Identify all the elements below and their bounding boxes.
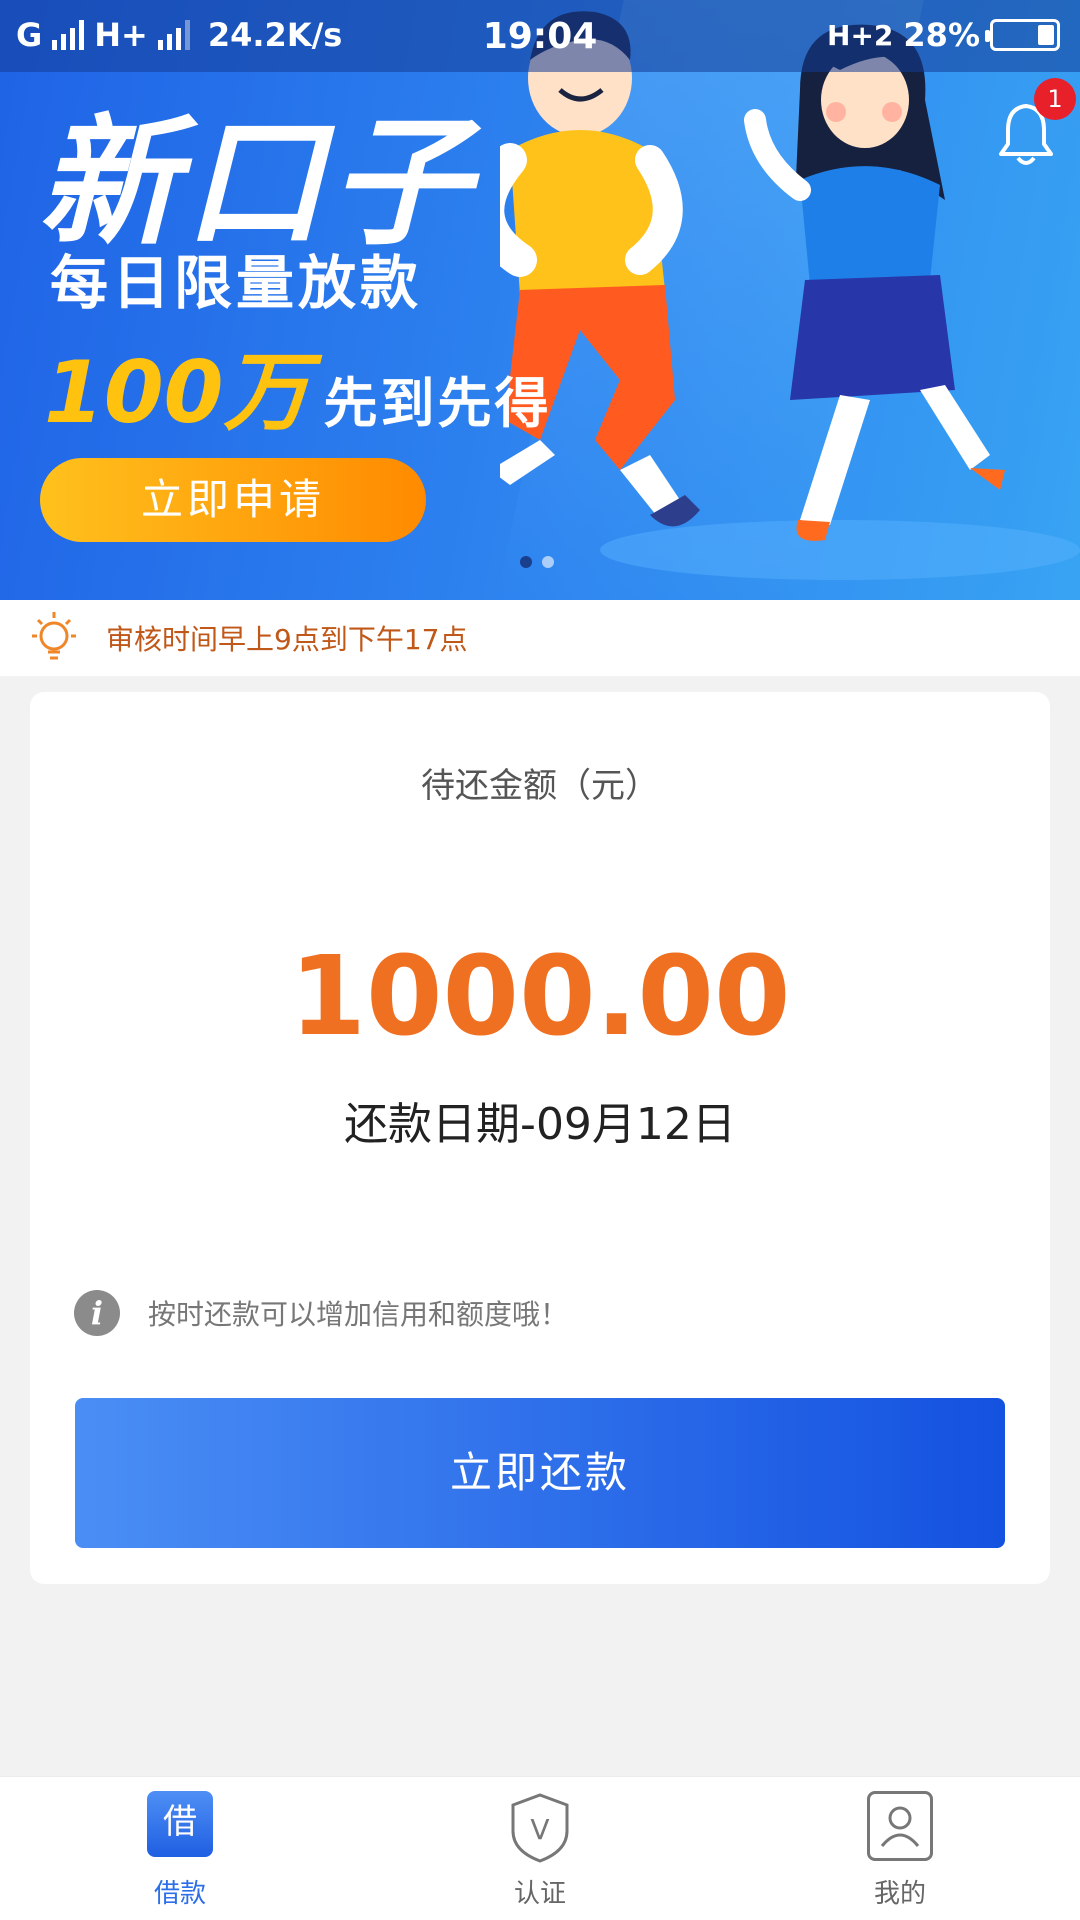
- repayment-card: 待还金额（元） 1000.00 还款日期-09月12日 i 按时还款可以增加信用…: [30, 692, 1050, 1584]
- banner-amount: 100万: [44, 343, 310, 443]
- notification-badge: 1: [1034, 78, 1076, 120]
- shield-v-icon: V: [511, 1793, 569, 1863]
- bottom-tab-bar: 借 借款 V 认证 我的: [0, 1776, 1080, 1920]
- repay-now-button[interactable]: 立即还款: [75, 1398, 1005, 1548]
- tip-text: 按时还款可以增加信用和额度哦！: [148, 1298, 569, 1331]
- banner-amount-line: 100万 先到先得: [44, 322, 552, 447]
- carousel-dot-1[interactable]: [520, 556, 532, 568]
- amount-due-value: 1000.00: [289, 932, 791, 1060]
- status-bar: G H+ 24.2K/s 19:04 H+2 28%: [0, 0, 1080, 72]
- apply-now-button[interactable]: 立即申请: [40, 458, 426, 542]
- user-icon: [867, 1791, 933, 1861]
- carousel-dot-2[interactable]: [542, 556, 554, 568]
- loan-icon: 借: [147, 1791, 213, 1857]
- banner-amount-suffix: 先到先得: [323, 372, 552, 435]
- notice-text: 审核时间早上9点到下午17点: [106, 623, 468, 656]
- amount-due-label: 待还金额（元）: [421, 766, 659, 806]
- promo-banner[interactable]: G H+ 24.2K/s 19:04 H+2 28% 新口子 每日限量放款 10…: [0, 0, 1080, 600]
- network-right-label: H+2: [827, 18, 894, 52]
- dancing-couple-illustration: [500, 11, 1005, 541]
- tab-mine-label: 我的: [873, 1879, 926, 1909]
- svg-text:V: V: [530, 1813, 549, 1846]
- battery-percent: 28%: [903, 16, 980, 54]
- battery-icon: [985, 19, 1060, 51]
- tab-verify[interactable]: V 认证: [460, 1791, 620, 1910]
- carousel-indicator: [520, 556, 554, 568]
- due-date: 还款日期-09月12日: [344, 1099, 736, 1150]
- tab-verify-label: 认证: [513, 1879, 566, 1909]
- info-icon: i: [74, 1290, 120, 1336]
- lightbulb-icon: [32, 612, 76, 660]
- review-time-notice: 审核时间早上9点到下午17点: [0, 600, 1080, 676]
- tab-loan-label: 借款: [153, 1879, 206, 1909]
- repayment-tip: i 按时还款可以增加信用和额度哦！: [74, 1290, 568, 1336]
- tab-loan[interactable]: 借 借款: [100, 1791, 260, 1910]
- banner-subtitle: 每日限量放款: [50, 249, 423, 317]
- tab-mine[interactable]: 我的: [820, 1791, 980, 1910]
